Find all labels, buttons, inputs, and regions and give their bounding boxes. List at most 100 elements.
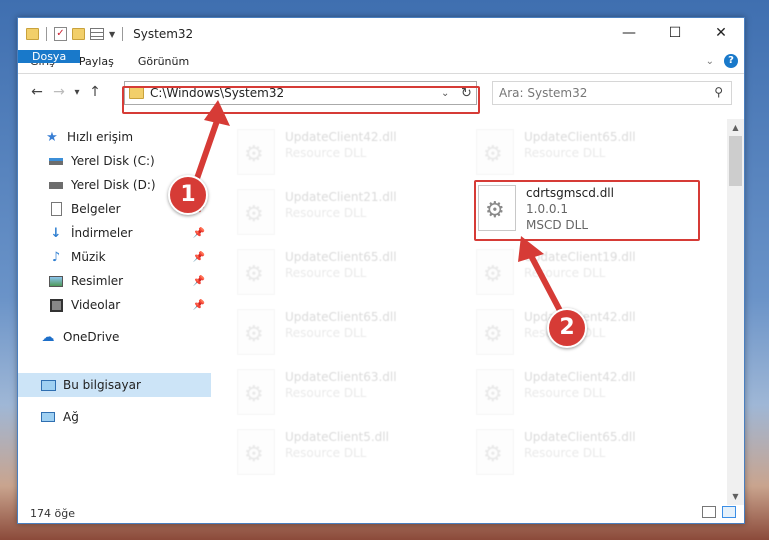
- tab-view[interactable]: Görünüm: [126, 50, 201, 73]
- file-description: Resource DLL: [285, 266, 367, 280]
- sidebar-item-this-pc[interactable]: Bu bilgisayar: [18, 373, 211, 397]
- up-button[interactable]: ↑: [84, 84, 106, 100]
- new-folder-icon[interactable]: [72, 28, 85, 40]
- scroll-up-arrow-icon[interactable]: ▲: [727, 119, 744, 136]
- customize-toolbar-chevron-icon[interactable]: ▼: [109, 30, 115, 39]
- file-description: Resource DLL: [524, 386, 606, 400]
- sidebar-item-label: Bu bilgisayar: [63, 378, 141, 392]
- details-view-button[interactable]: [702, 506, 716, 518]
- pin-icon[interactable]: 📌: [193, 300, 205, 311]
- sidebar-item-downloads[interactable]: ↓ İndirmeler 📌: [18, 221, 211, 245]
- vertical-scrollbar[interactable]: ▲ ▼: [727, 119, 744, 505]
- sidebar-item-pictures[interactable]: Resimler 📌: [18, 269, 211, 293]
- dll-file-icon: [237, 189, 275, 235]
- file-name: UpdateClient65.dll: [285, 310, 397, 324]
- large-icons-view-button[interactable]: [722, 506, 736, 518]
- cloud-icon: ☁: [41, 329, 55, 345]
- file-description: Resource DLL: [285, 146, 367, 160]
- window-title: System32: [133, 27, 194, 41]
- file-name: UpdateClient19.dll: [524, 250, 636, 264]
- window-controls: — ☐ ✕: [606, 18, 744, 48]
- sidebar-item-label: Yerel Disk (D:): [71, 178, 156, 192]
- list-item[interactable]: UpdateClient65.dll Resource DLL: [237, 309, 397, 355]
- tab-file[interactable]: Dosya: [18, 50, 81, 63]
- scrollbar-thumb[interactable]: [729, 136, 742, 186]
- sidebar-item-quick-access[interactable]: ★ Hızlı erişim: [18, 125, 211, 149]
- list-item[interactable]: UpdateClient63.dll Resource DLL: [237, 369, 397, 415]
- list-item[interactable]: UpdateClient42.dll Resource DLL: [237, 129, 397, 175]
- dll-file-icon: [476, 369, 514, 415]
- explorer-window: ✓ ▼ System32 — ☐ ✕ Dosya Giriş Paylaş Gö…: [17, 17, 745, 524]
- file-name: UpdateClient65.dll: [524, 430, 636, 444]
- sidebar-item-label: İndirmeler: [71, 226, 133, 240]
- sidebar-item-music[interactable]: ♪ Müzik 📌: [18, 245, 211, 269]
- file-description: Resource DLL: [285, 386, 367, 400]
- file-list: UpdateClient42.dll Resource DLL UpdateCli…: [211, 119, 726, 505]
- close-button[interactable]: ✕: [698, 18, 744, 48]
- sidebar-item-label: Yerel Disk (C:): [71, 154, 155, 168]
- maximize-button[interactable]: ☐: [652, 18, 698, 48]
- list-item[interactable]: UpdateClient65.dll Resource DLL: [476, 429, 636, 475]
- list-item[interactable]: UpdateClient21.dll Resource DLL: [237, 189, 397, 235]
- toolbar-divider: [46, 27, 47, 41]
- step-2-badge: 2: [547, 308, 587, 348]
- sidebar-item-local-disk-c[interactable]: Yerel Disk (C:): [18, 149, 211, 173]
- list-item[interactable]: UpdateClient19.dll Resource DLL: [476, 249, 636, 295]
- sidebar-item-label: Hızlı erişim: [67, 130, 134, 144]
- file-name: UpdateClient5.dll: [285, 430, 389, 444]
- properties-icon[interactable]: [90, 28, 104, 40]
- pin-icon[interactable]: 📌: [193, 276, 205, 287]
- folder-icon: [26, 28, 39, 40]
- recent-locations-chevron-icon[interactable]: ▾: [70, 87, 84, 98]
- sidebar-item-label: OneDrive: [63, 330, 120, 344]
- dll-file-icon: [237, 369, 275, 415]
- file-description: Resource DLL: [524, 446, 606, 460]
- list-item[interactable]: UpdateClient42.dll Resource DLL: [476, 369, 636, 415]
- ribbon-tabs: Dosya Giriş Paylaş Görünüm ⌄ ?: [18, 50, 744, 74]
- dll-file-icon: [476, 309, 514, 355]
- dll-file-icon: [237, 429, 275, 475]
- sidebar-item-label: Videolar: [71, 298, 121, 312]
- file-name: UpdateClient42.dll: [524, 370, 636, 384]
- search-icon[interactable]: ⚲: [714, 85, 723, 99]
- sidebar-item-videos[interactable]: Videolar 📌: [18, 293, 211, 317]
- minimize-button[interactable]: —: [606, 18, 652, 48]
- file-name: UpdateClient21.dll: [285, 190, 397, 204]
- file-name: UpdateClient65.dll: [285, 250, 397, 264]
- item-count: 174 öğe: [30, 506, 75, 520]
- sidebar-item-label: Belgeler: [71, 202, 121, 216]
- list-item[interactable]: UpdateClient65.dll Resource DLL: [237, 249, 397, 295]
- toolbar-divider: [122, 27, 124, 41]
- help-icon[interactable]: ?: [724, 54, 738, 68]
- sidebar-item-onedrive[interactable]: ☁ OneDrive: [18, 325, 211, 349]
- back-button[interactable]: ←: [26, 84, 48, 100]
- dll-file-icon: [237, 129, 275, 175]
- list-item[interactable]: UpdateClient5.dll Resource DLL: [237, 429, 389, 475]
- file-name: UpdateClient42.dll: [285, 130, 397, 144]
- sidebar-item-network[interactable]: Ağ: [18, 405, 211, 429]
- title-bar: ✓ ▼ System32 — ☐ ✕: [18, 18, 744, 50]
- file-name: UpdateClient65.dll: [524, 130, 636, 144]
- search-input[interactable]: Ara: System32 ⚲: [492, 81, 732, 105]
- pin-icon[interactable]: 📌: [193, 252, 205, 263]
- file-description: Resource DLL: [524, 146, 606, 160]
- video-icon: [48, 298, 64, 312]
- star-icon: ★: [46, 129, 58, 145]
- status-bar: 174 öğe: [18, 503, 744, 523]
- dll-file-icon: [237, 309, 275, 355]
- dll-file-icon: [476, 129, 514, 175]
- pin-icon[interactable]: 📌: [193, 228, 205, 239]
- list-item[interactable]: UpdateClient65.dll Resource DLL: [476, 129, 636, 175]
- properties-check-icon[interactable]: ✓: [54, 27, 67, 41]
- address-highlight-box: [122, 86, 480, 114]
- dll-file-icon: [476, 249, 514, 295]
- network-icon: [40, 410, 56, 424]
- document-icon: [48, 202, 64, 216]
- forward-button[interactable]: →: [48, 84, 70, 100]
- quick-access-toolbar: ✓ ▼: [26, 27, 125, 41]
- expand-ribbon-chevron-icon[interactable]: ⌄: [706, 56, 714, 67]
- sidebar-item-label: Ağ: [63, 410, 79, 424]
- computer-icon: [40, 378, 56, 392]
- search-placeholder: Ara: System32: [499, 86, 588, 100]
- music-icon: ♪: [51, 249, 61, 265]
